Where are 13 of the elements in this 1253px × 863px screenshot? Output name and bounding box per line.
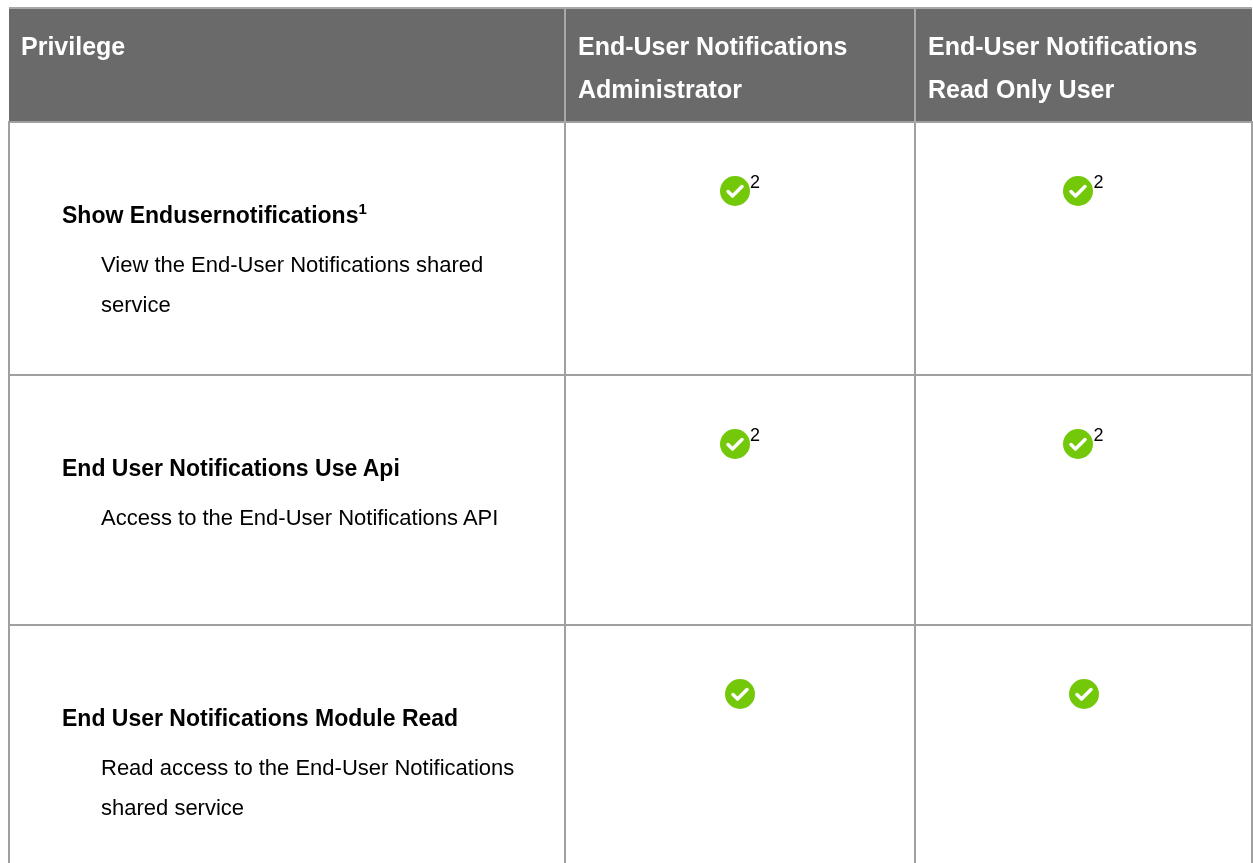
footnote-mark: 2	[1093, 172, 1104, 192]
column-header: Privilege	[9, 8, 565, 122]
footnote-mark: 2	[750, 172, 760, 192]
footnote-mark: 2	[1093, 425, 1104, 445]
privilege-description: Read access to the End-User Notifications shared service	[101, 754, 516, 822]
privilege-name: Show Endusernotifications$^{1}$	[62, 199, 368, 230]
privilege-name: End User Notifications Use Api	[62, 454, 401, 483]
privilege-description: View the End-User Notifications shared service	[101, 251, 485, 319]
privilege-name: End User Notifications Module Read	[62, 704, 460, 733]
privilege-description: Access to the End-User Notifications API	[101, 504, 500, 532]
footnote-mark: 2	[750, 425, 760, 445]
column-header: End-User Notifications Administrator	[565, 8, 915, 122]
column-header: End-User Notifications Read Only User	[915, 8, 1252, 122]
